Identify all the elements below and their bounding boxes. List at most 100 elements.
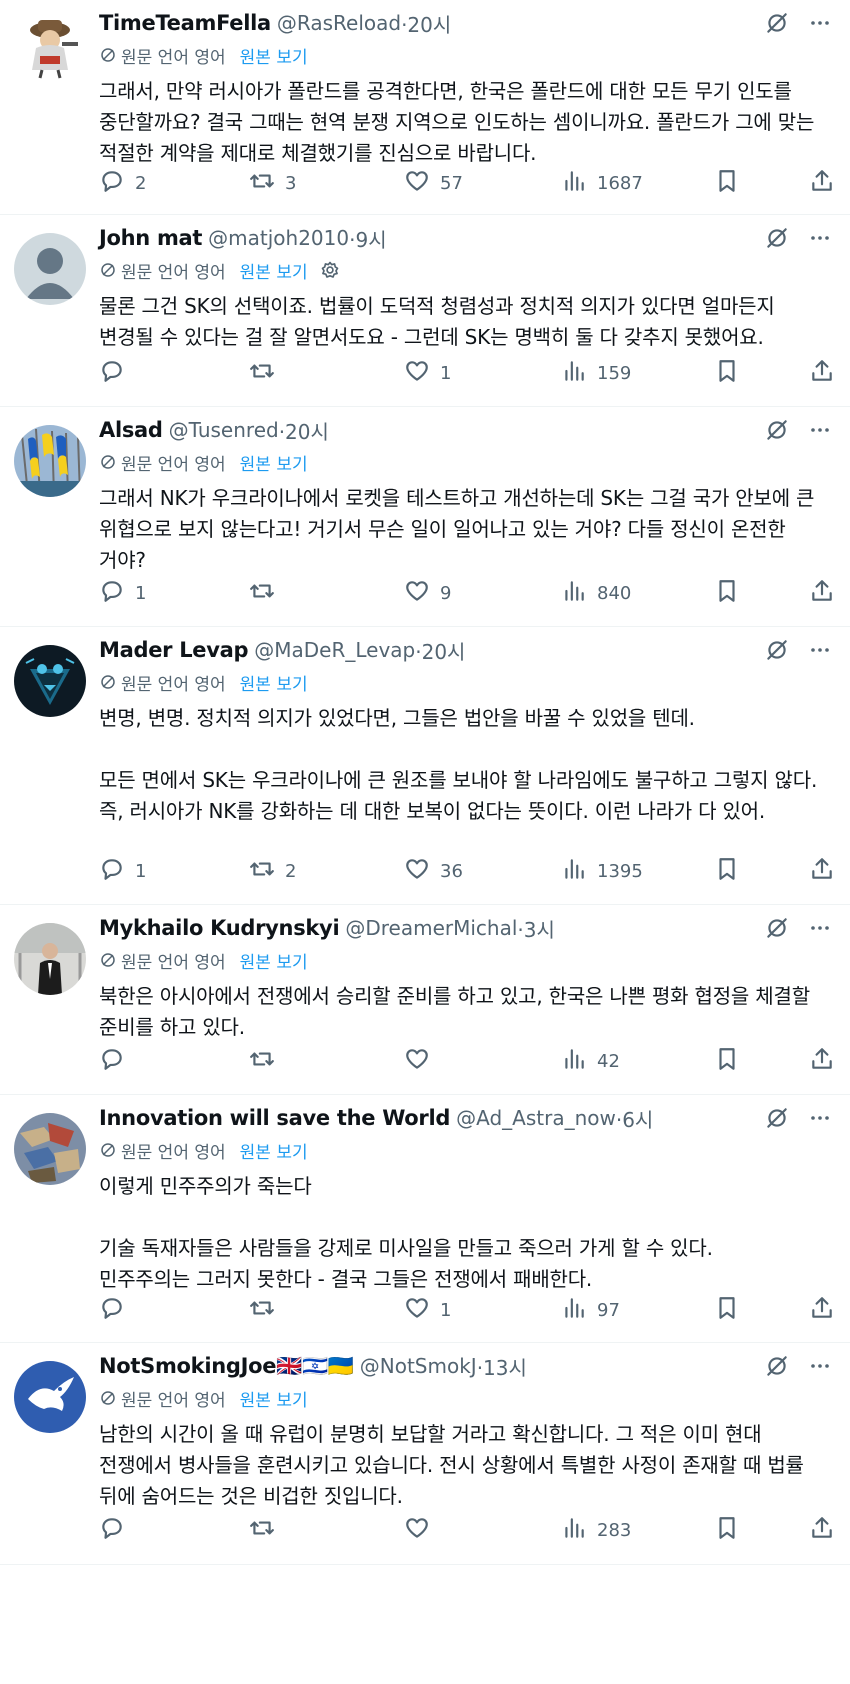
share-button[interactable]	[809, 856, 835, 887]
user-handle[interactable]: @Ad_Astra_now	[456, 1106, 616, 1130]
tweet[interactable]: TimeTeamFella @RasReload ·20시 원문 언어 영어 원…	[0, 0, 850, 215]
views-button[interactable]: 283	[561, 1515, 631, 1546]
retweet-button[interactable]	[249, 1515, 285, 1546]
tweet-time[interactable]: ·20시	[279, 416, 329, 445]
more-options-icon[interactable]	[808, 418, 832, 442]
grok-icon[interactable]	[764, 637, 790, 663]
like-button[interactable]: 1	[404, 1295, 451, 1326]
display-name[interactable]: TimeTeamFella	[99, 11, 271, 35]
like-button[interactable]: 9	[404, 578, 451, 609]
bookmark-button[interactable]	[714, 168, 740, 199]
bookmark-button[interactable]	[714, 1295, 740, 1326]
like-button[interactable]	[404, 1046, 440, 1077]
reply-button[interactable]	[99, 1046, 135, 1077]
more-options-icon[interactable]	[808, 11, 832, 35]
reply-button[interactable]	[99, 1295, 135, 1326]
show-original-link[interactable]: 원본 보기	[240, 670, 308, 695]
translation-settings-icon[interactable]	[320, 260, 340, 280]
user-handle[interactable]: @Tusenred	[169, 418, 279, 442]
display-name[interactable]: NotSmokingJoe🇬🇧🇮🇱🇺🇦	[99, 1354, 354, 1379]
user-handle[interactable]: @NotSmokJ	[360, 1354, 477, 1378]
retweet-button[interactable]	[249, 1295, 285, 1326]
tweet-time[interactable]: ·13시	[477, 1352, 527, 1381]
tweet[interactable]: Mykhailo Kudrynskyi @DreamerMichal ·3시 원…	[0, 905, 850, 1095]
display-name[interactable]: Innovation will save the World	[99, 1106, 450, 1130]
share-button[interactable]	[809, 168, 835, 199]
more-options-icon[interactable]	[808, 1354, 832, 1378]
tweet-time[interactable]: ·20시	[401, 9, 451, 38]
tweet[interactable]: Alsad @Tusenred ·20시 원문 언어 영어 원본 보기 그래서 …	[0, 407, 850, 627]
heart-icon	[404, 578, 430, 609]
show-original-link[interactable]: 원본 보기	[240, 258, 308, 283]
display-name[interactable]: John mat	[99, 226, 202, 250]
retweet-button[interactable]	[249, 578, 285, 609]
tweet[interactable]: NotSmokingJoe🇬🇧🇮🇱🇺🇦 @NotSmokJ ·13시 원문 언어…	[0, 1343, 850, 1565]
bookmark-button[interactable]	[714, 578, 740, 609]
avatar[interactable]	[14, 8, 86, 80]
avatar[interactable]	[14, 425, 86, 497]
avatar[interactable]	[14, 1113, 86, 1185]
bookmark-button[interactable]	[714, 1515, 740, 1546]
retweet-button[interactable]	[249, 1046, 285, 1077]
grok-icon[interactable]	[764, 1105, 790, 1131]
grok-icon[interactable]	[764, 1353, 790, 1379]
bookmark-button[interactable]	[714, 1046, 740, 1077]
tweet-time[interactable]: ·9시	[349, 224, 386, 253]
retweet-button[interactable]: 2	[249, 856, 296, 887]
avatar[interactable]	[14, 645, 86, 717]
views-button[interactable]: 97	[561, 1295, 620, 1326]
tweet-time[interactable]: ·6시	[616, 1104, 653, 1133]
views-button[interactable]: 1395	[561, 856, 643, 887]
display-name[interactable]: Mykhailo Kudrynskyi	[99, 916, 340, 940]
show-original-link[interactable]: 원본 보기	[240, 1386, 308, 1411]
more-options-icon[interactable]	[808, 1106, 832, 1130]
tweet[interactable]: John mat @matjoh2010 ·9시 원문 언어 영어 원본 보기 …	[0, 215, 850, 407]
display-name[interactable]: Mader Levap	[99, 638, 249, 662]
retweet-button[interactable]: 3	[249, 168, 296, 199]
show-original-link[interactable]: 원본 보기	[240, 43, 308, 68]
show-original-link[interactable]: 원본 보기	[240, 450, 308, 475]
display-name[interactable]: Alsad	[99, 418, 163, 442]
reply-button[interactable]	[99, 1515, 135, 1546]
grok-icon[interactable]	[764, 417, 790, 443]
like-button[interactable]: 1	[404, 358, 451, 389]
more-options-icon[interactable]	[808, 916, 832, 940]
more-options-icon[interactable]	[808, 638, 832, 662]
grok-icon[interactable]	[764, 10, 790, 36]
tweet[interactable]: Innovation will save the World @Ad_Astra…	[0, 1095, 850, 1343]
more-options-icon[interactable]	[808, 226, 832, 250]
user-handle[interactable]: @RasReload	[277, 11, 401, 35]
share-button[interactable]	[809, 1515, 835, 1546]
views-button[interactable]: 159	[561, 358, 631, 389]
share-button[interactable]	[809, 1295, 835, 1326]
user-handle[interactable]: @matjoh2010	[208, 226, 349, 250]
user-handle[interactable]: @MaDeR_Levap	[254, 638, 415, 662]
grok-icon[interactable]	[764, 225, 790, 251]
retweet-button[interactable]	[249, 358, 285, 389]
bookmark-button[interactable]	[714, 856, 740, 887]
tweet[interactable]: Mader Levap @MaDeR_Levap ·20시 원문 언어 영어 원…	[0, 627, 850, 905]
avatar[interactable]	[14, 923, 86, 995]
share-button[interactable]	[809, 1046, 835, 1077]
like-button[interactable]: 57	[404, 168, 463, 199]
show-original-link[interactable]: 원본 보기	[240, 948, 308, 973]
bookmark-button[interactable]	[714, 358, 740, 389]
like-button[interactable]	[404, 1515, 440, 1546]
avatar[interactable]	[14, 233, 86, 305]
reply-button[interactable]	[99, 358, 135, 389]
tweet-time[interactable]: ·3시	[517, 914, 554, 943]
avatar[interactable]	[14, 1361, 86, 1433]
reply-button[interactable]: 2	[99, 168, 146, 199]
reply-button[interactable]: 1	[99, 856, 146, 887]
share-button[interactable]	[809, 358, 835, 389]
views-button[interactable]: 840	[561, 578, 631, 609]
tweet-time[interactable]: ·20시	[415, 636, 465, 665]
grok-icon[interactable]	[764, 915, 790, 941]
like-button[interactable]: 36	[404, 856, 463, 887]
share-button[interactable]	[809, 578, 835, 609]
views-button[interactable]: 42	[561, 1046, 620, 1077]
reply-button[interactable]: 1	[99, 578, 146, 609]
user-handle[interactable]: @DreamerMichal	[345, 916, 517, 940]
views-button[interactable]: 1687	[561, 168, 643, 199]
show-original-link[interactable]: 원본 보기	[240, 1138, 308, 1163]
